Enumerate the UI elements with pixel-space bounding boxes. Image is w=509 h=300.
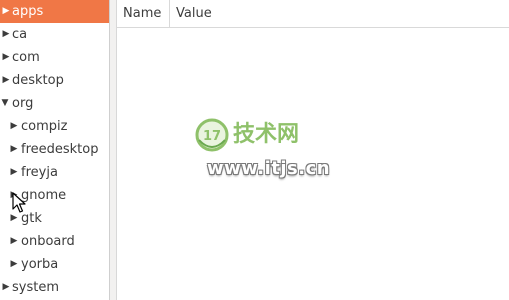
expander-collapsed-icon[interactable]: ▶ — [9, 138, 19, 161]
expander-collapsed-icon[interactable]: ▶ — [9, 184, 19, 207]
expander-collapsed-icon[interactable]: ▶ — [1, 69, 11, 92]
expander-collapsed-icon[interactable]: ▶ — [9, 161, 19, 184]
list-body[interactable] — [117, 28, 509, 300]
tree-item-label: freyja — [21, 165, 58, 180]
tree-item-label: desktop — [12, 73, 64, 88]
tree-item-freyja[interactable]: ▶ freyja — [0, 161, 109, 184]
expander-collapsed-icon[interactable]: ▶ — [9, 230, 19, 253]
expander-collapsed-icon[interactable]: ▶ — [1, 46, 11, 69]
tree-item-org[interactable]: ▼ org — [0, 92, 109, 115]
tree-item-label: ca — [12, 27, 28, 42]
column-header-value[interactable]: Value — [170, 0, 509, 28]
tree-item-freedesktop[interactable]: ▶ freedesktop — [0, 138, 109, 161]
schema-tree[interactable]: ▶ apps ▶ ca ▶ com ▶ desktop ▼ org ▶ comp… — [0, 0, 109, 300]
expander-collapsed-icon[interactable]: ▶ — [1, 0, 11, 23]
tree-item-label: org — [12, 96, 34, 111]
expander-collapsed-icon[interactable]: ▶ — [9, 253, 19, 276]
expander-collapsed-icon[interactable]: ▶ — [1, 276, 11, 299]
expander-collapsed-icon[interactable]: ▶ — [9, 115, 19, 138]
tree-item-label: com — [12, 50, 40, 65]
tree-item-label: gtk — [21, 211, 42, 226]
expander-collapsed-icon[interactable]: ▶ — [9, 207, 19, 230]
expander-expanded-icon[interactable]: ▼ — [0, 92, 10, 115]
tree-item-label: compiz — [21, 119, 68, 134]
tree-item-system[interactable]: ▶ system — [0, 276, 109, 299]
tree-item-label: gnome — [21, 188, 67, 203]
expander-collapsed-icon[interactable]: ▶ — [1, 23, 11, 46]
tree-item-gtk[interactable]: ▶ gtk — [0, 207, 109, 230]
dconf-editor-window: ▶ apps ▶ ca ▶ com ▶ desktop ▼ org ▶ comp… — [0, 0, 509, 300]
tree-item-label: freedesktop — [21, 142, 99, 157]
tree-item-ca[interactable]: ▶ ca — [0, 23, 109, 46]
tree-item-gnome[interactable]: ▶ gnome — [0, 184, 109, 207]
tree-item-onboard[interactable]: ▶ onboard — [0, 230, 109, 253]
pane-divider[interactable] — [109, 0, 117, 300]
tree-item-com[interactable]: ▶ com — [0, 46, 109, 69]
tree-item-yorba[interactable]: ▶ yorba — [0, 253, 109, 276]
tree-item-label: apps — [12, 4, 44, 19]
tree-item-label: onboard — [21, 234, 75, 249]
tree-item-desktop[interactable]: ▶ desktop — [0, 69, 109, 92]
list-header: Name Value — [117, 0, 509, 28]
tree-item-apps[interactable]: ▶ apps — [0, 0, 109, 23]
tree-item-label: system — [12, 280, 59, 295]
column-header-name[interactable]: Name — [117, 0, 170, 28]
tree-item-compiz[interactable]: ▶ compiz — [0, 115, 109, 138]
tree-item-label: yorba — [21, 257, 59, 272]
keys-list[interactable]: Name Value — [117, 0, 509, 300]
